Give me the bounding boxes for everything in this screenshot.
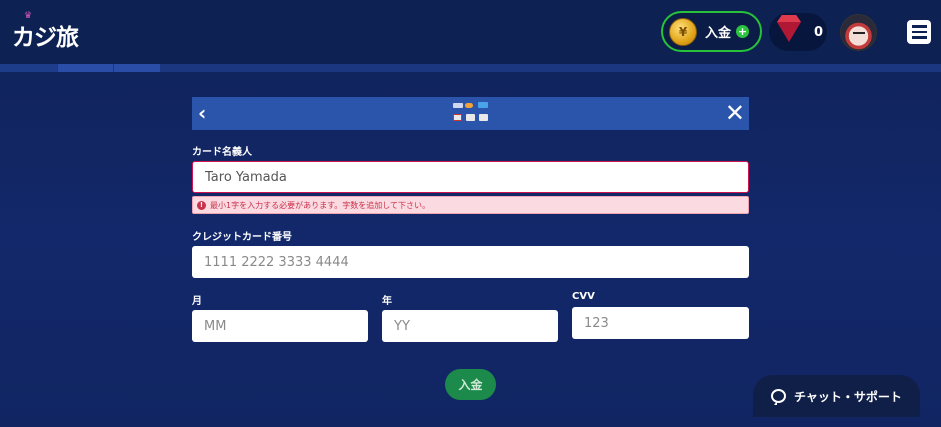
gem-icon [777, 22, 801, 42]
card-number-input[interactable]: 1111 2222 3333 4444 [192, 246, 749, 278]
close-icon[interactable]: ✕ [725, 100, 745, 126]
crown-icon: ♛ [24, 11, 32, 21]
top-header: ♛ カジ旅 ¥ 入金 + 0 [0, 0, 941, 64]
month-label: 月 [192, 296, 202, 307]
deposit-submit-button[interactable]: 入金 [445, 369, 496, 400]
month-input[interactable]: MM [192, 310, 368, 342]
chat-support-button[interactable]: チャット・サポート [753, 375, 920, 417]
month-placeholder: MM [204, 318, 227, 334]
cvv-label: CVV [572, 291, 595, 302]
alert-icon: ! [197, 200, 206, 210]
cvv-input[interactable]: 123 [572, 307, 749, 339]
coin-icon: ¥ [669, 17, 697, 46]
logo-text: カジ旅 [12, 25, 79, 51]
card-number-placeholder: 1111 2222 3333 4444 [204, 254, 349, 270]
plus-icon: + [736, 25, 750, 38]
payment-panel-header: ‹ ✕ [192, 97, 749, 130]
year-placeholder: YY [394, 318, 410, 334]
chevron-left-icon[interactable]: ‹ [198, 102, 206, 124]
header-deposit-button[interactable]: ¥ 入金 + [661, 11, 762, 52]
gem-balance-button[interactable]: 0 [769, 13, 827, 51]
error-message: 最小1字を入力する必要があります。字数を追加して下さい。 [210, 200, 431, 210]
hamburger-menu-icon[interactable] [907, 20, 931, 44]
deposit-submit-label: 入金 [458, 378, 483, 392]
gem-count: 0 [814, 24, 824, 40]
tab-segment[interactable] [114, 64, 161, 72]
cardholder-error: ! 最小1字を入力する必要があります。字数を追加して下さい。 [192, 196, 749, 214]
site-logo[interactable]: ♛ カジ旅 [12, 11, 79, 52]
tab-strip [0, 64, 941, 72]
cvv-placeholder: 123 [584, 315, 609, 331]
avatar[interactable] [840, 14, 877, 51]
year-label: 年 [382, 296, 392, 307]
card-brands-icon [451, 102, 491, 124]
tab-segment[interactable] [0, 64, 58, 72]
header-deposit-label: 入金 [705, 26, 732, 41]
cardholder-input[interactable]: Taro Yamada [192, 161, 749, 193]
tab-segment[interactable] [58, 64, 114, 72]
cardholder-label: カード名義人 [192, 147, 252, 158]
cardholder-value: Taro Yamada [205, 169, 287, 185]
card-number-label: クレジットカード番号 [192, 232, 292, 243]
year-input[interactable]: YY [382, 310, 558, 342]
chat-bubble-icon [771, 389, 786, 405]
chat-support-label: チャット・サポート [794, 389, 902, 404]
